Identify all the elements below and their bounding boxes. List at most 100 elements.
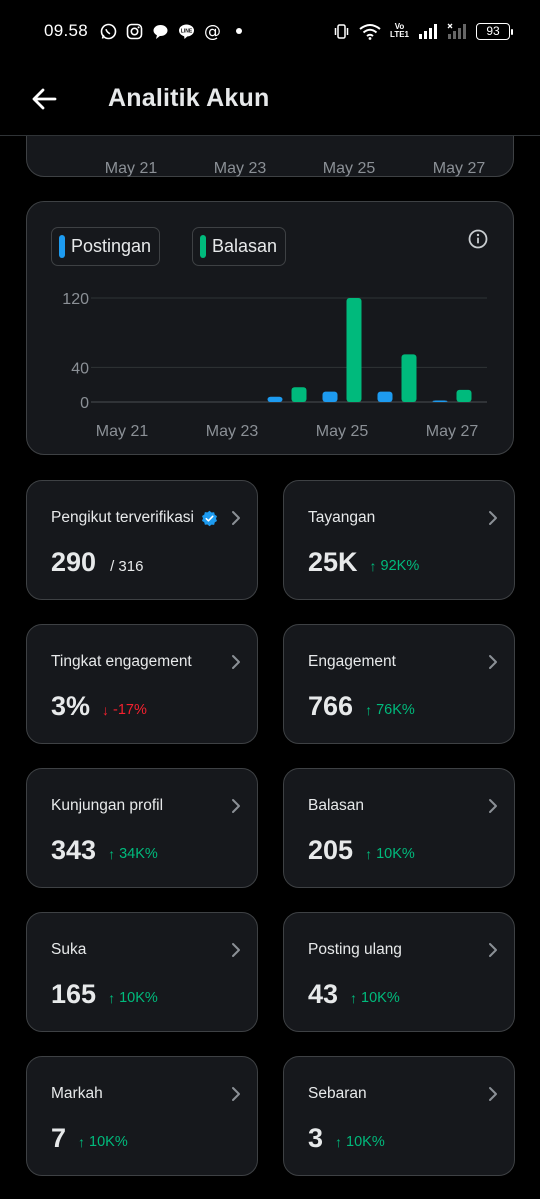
back-button[interactable]	[22, 77, 66, 121]
bar-chart: 0 40 120 May 21 May 23 May 25 May 27	[62, 291, 487, 440]
metric-value: 766	[308, 691, 354, 721]
trend-up-icon: ↑	[369, 558, 377, 574]
metric-label: Balasan	[308, 797, 364, 815]
metric-value: 7	[51, 1123, 67, 1153]
trend-up-icon: ↑	[365, 846, 373, 862]
metric-card-sebaran[interactable]: Sebaran 3 ↑ 10K%	[283, 1056, 515, 1176]
metric-card-tayangan[interactable]: Tayangan 25K ↑ 92K%	[283, 480, 515, 600]
metric-value: 25K	[308, 547, 358, 577]
metric-card-suka[interactable]: Suka 165 ↑ 10K%	[26, 912, 258, 1032]
metric-change-value: 10K%	[119, 990, 158, 1006]
chevron-right-icon	[489, 799, 497, 813]
metric-label-text: Kunjungan profil	[51, 797, 164, 814]
metric-label: Engagement	[308, 653, 396, 671]
metric-change: ↑ 10K%	[365, 846, 415, 862]
metric-change-value: 92K%	[380, 558, 420, 574]
metric-change-value: 10K%	[361, 990, 400, 1006]
metric-label-text: Markah	[51, 1085, 103, 1102]
wifi-icon	[359, 23, 381, 40]
metric-value: 3%	[51, 691, 91, 721]
chevron-right-icon	[489, 943, 497, 957]
metric-card-balasan[interactable]: Balasan 205 ↑ 10K%	[283, 768, 515, 888]
metric-label-text: Sebaran	[308, 1085, 367, 1102]
metric-card-pengikut-terverifikasi[interactable]: Pengikut terverifikasi 290 / 316	[26, 480, 258, 600]
metric-label-text: Posting ulang	[308, 941, 402, 958]
trend-down-icon: ↓	[102, 702, 110, 718]
metric-label-text: Balasan	[308, 797, 365, 814]
metric-card-engagement[interactable]: Engagement 766 ↑ 76K%	[283, 624, 515, 744]
chevron-right-icon	[232, 511, 240, 525]
more-notifications-dot	[236, 28, 243, 34]
x-tick-label: May 23	[206, 423, 259, 440]
metric-change: ↑ 76K%	[365, 702, 415, 718]
chat-bubbles-icon	[152, 23, 169, 40]
metric-value-row: 3 ↑ 10K%	[308, 1123, 385, 1154]
metric-change-value: 10K%	[346, 1134, 385, 1150]
instagram-icon	[126, 23, 143, 40]
metric-value: 205	[308, 835, 354, 865]
chevron-right-icon	[489, 1087, 497, 1101]
metric-value-row: 7 ↑ 10K%	[51, 1123, 128, 1154]
chevron-right-icon	[232, 799, 240, 813]
chevron-right-icon	[489, 511, 497, 525]
metric-value-row: 766 ↑ 76K%	[308, 691, 415, 722]
metric-value: 43	[308, 979, 339, 1009]
metric-change: ↓ -17%	[102, 702, 147, 718]
x-tick-label: May 21	[104, 160, 158, 177]
chevron-right-icon	[232, 1087, 240, 1101]
notification-icons: LINE @	[100, 23, 243, 40]
metric-change: ↑ 34K%	[108, 846, 158, 862]
metric-card-kunjungan-profil[interactable]: Kunjungan profil 343 ↑ 34K%	[26, 768, 258, 888]
metric-value-row: 25K ↑ 92K%	[308, 547, 419, 578]
metric-label: Sebaran	[308, 1085, 367, 1103]
threads-icon: @	[204, 23, 221, 40]
volte-bottom-text: LTE1	[390, 30, 409, 39]
metric-label: Pengikut terverifikasi	[51, 509, 218, 527]
metric-change: ↑ 10K%	[78, 1134, 128, 1150]
metric-value-row: 343 ↑ 34K%	[51, 835, 158, 866]
metric-value-row: 205 ↑ 10K%	[308, 835, 415, 866]
volte-indicator: Vo LTE1	[390, 23, 409, 39]
metric-card-markah[interactable]: Markah 7 ↑ 10K%	[26, 1056, 258, 1176]
bar-postingan	[432, 400, 448, 402]
metric-label: Posting ulang	[308, 941, 402, 959]
trend-up-icon: ↑	[78, 1134, 86, 1150]
metric-value-row: 3% ↓ -17%	[51, 691, 147, 722]
x-tick-label: May 27	[432, 160, 486, 177]
chevron-right-icon	[232, 655, 240, 669]
battery-indicator: 93	[476, 22, 513, 40]
signal-sim2-icon	[447, 23, 467, 40]
page-title: Analitik Akun	[108, 84, 270, 112]
metric-value-row: 165 ↑ 10K%	[51, 979, 158, 1010]
metric-value: 290	[51, 547, 97, 577]
metric-label-text: Tingkat engagement	[51, 653, 192, 670]
system-status-icons: Vo LTE1 93	[333, 22, 513, 40]
app-header: Analitik Akun	[0, 62, 540, 136]
y-tick-label: 40	[71, 360, 89, 377]
metric-change-value: 34K%	[119, 846, 158, 862]
trend-up-icon: ↑	[108, 846, 116, 862]
vibrate-icon	[333, 23, 350, 40]
x-tick-label: May 25	[316, 423, 369, 440]
trend-up-icon: ↑	[335, 1134, 343, 1150]
metric-card-posting-ulang[interactable]: Posting ulang 43 ↑ 10K%	[283, 912, 515, 1032]
metric-change: ↑ 92K%	[370, 558, 420, 574]
metric-label: Kunjungan profil	[51, 797, 163, 815]
metric-label-text: Pengikut terverifikasi	[51, 509, 195, 526]
y-tick-label: 120	[62, 291, 89, 308]
bar-balasan	[291, 387, 307, 402]
trend-up-icon: ↑	[108, 990, 116, 1006]
status-time: 09.58	[44, 21, 89, 40]
trend-up-icon: ↑	[365, 702, 373, 718]
x-tick-label: May 21	[96, 423, 149, 440]
metric-value-row: 290 / 316	[51, 547, 143, 578]
metric-card-tingkat-engagement[interactable]: Tingkat engagement 3% ↓ -17%	[26, 624, 258, 744]
metric-value: 3	[308, 1123, 324, 1153]
signal-icon	[418, 23, 438, 40]
metric-change: ↑ 10K%	[335, 1134, 385, 1150]
line-app-icon: LINE	[178, 23, 195, 40]
bar-balasan	[456, 389, 472, 402]
metric-label: Tayangan	[308, 509, 375, 527]
bar-postingan	[322, 391, 338, 402]
metric-change-value: 76K%	[376, 702, 415, 718]
